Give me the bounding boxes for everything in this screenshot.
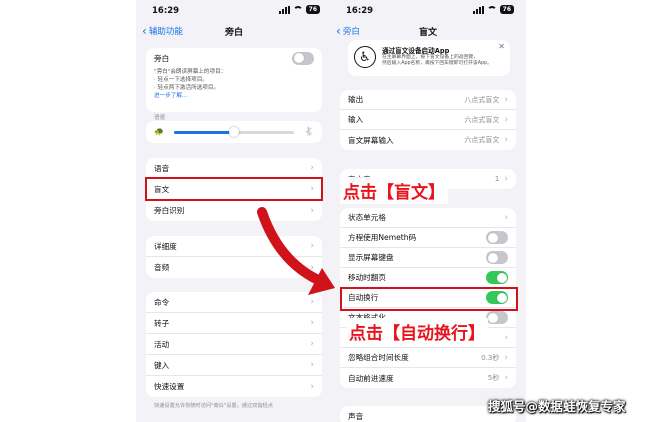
callout-braille: 点击【盲文】	[340, 177, 448, 204]
red-arrow	[257, 207, 335, 295]
watermark: 搜狐号@数据蛙恢复专家	[488, 399, 626, 414]
callout-word-wrap: 点击【自动换行】	[346, 318, 488, 345]
arrow-shaft	[257, 207, 330, 288]
